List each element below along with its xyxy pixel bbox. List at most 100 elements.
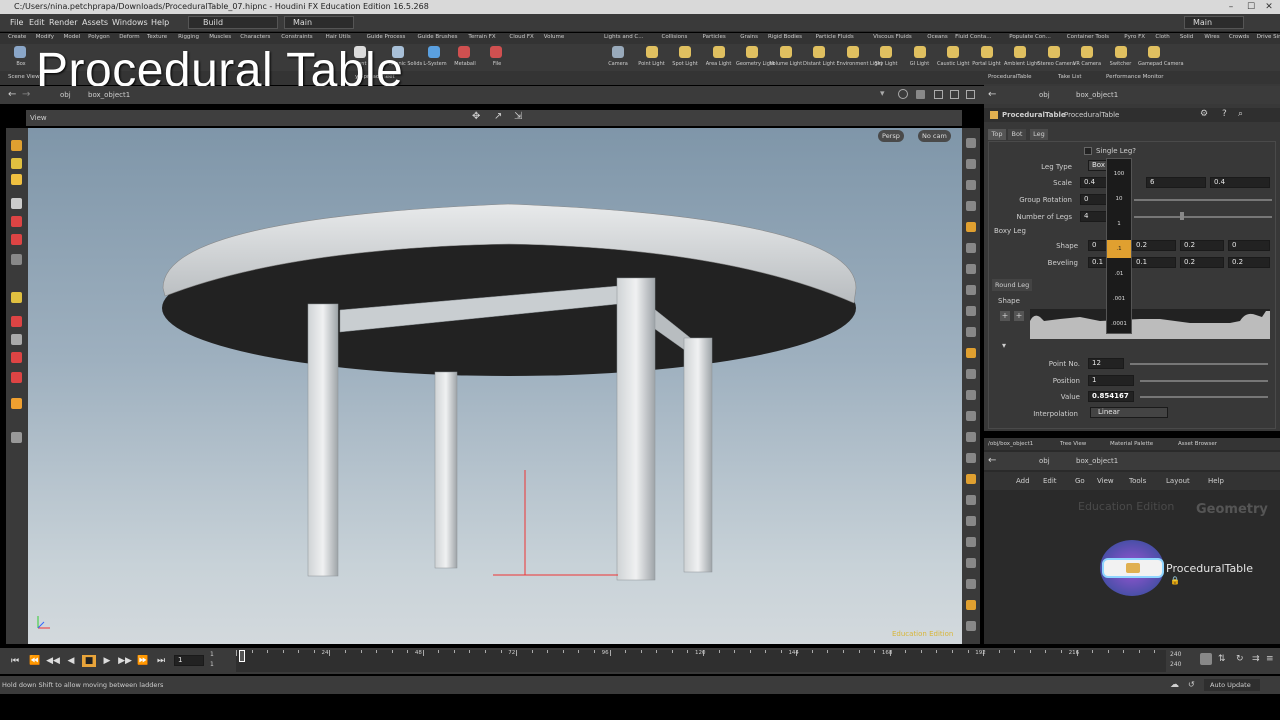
shelf-tool-icon[interactable] — [14, 46, 26, 58]
left-tool-icon[interactable] — [11, 334, 22, 345]
ladder-step[interactable]: .1 — [1107, 240, 1131, 258]
left-tool-icon[interactable] — [11, 398, 22, 409]
shelf-tab[interactable]: Fluid Conta... — [955, 34, 991, 40]
light-tool-icon[interactable] — [712, 46, 725, 58]
tab-take-list[interactable]: Take List — [1058, 74, 1082, 80]
left-tool-icon[interactable] — [11, 316, 22, 327]
play-icon[interactable]: ▶ — [100, 655, 114, 667]
ladder-step[interactable]: 1 — [1107, 215, 1131, 233]
menu-assets[interactable]: Assets — [82, 18, 108, 27]
net-menu-item[interactable]: Help — [1208, 477, 1224, 485]
single-leg-checkbox[interactable] — [1084, 147, 1092, 155]
left-tool-icon[interactable] — [11, 158, 22, 169]
left-tool-icon[interactable] — [11, 432, 22, 443]
shape-field-2[interactable]: 0.2 — [1132, 240, 1176, 251]
menu-windows[interactable]: Windows — [112, 18, 148, 27]
jump-end-icon[interactable]: ⏭ — [154, 655, 168, 667]
menu-render[interactable]: Render — [49, 18, 77, 27]
light-tool-icon[interactable] — [612, 46, 624, 58]
value-slider[interactable] — [1140, 396, 1268, 398]
shelf-tab[interactable]: Cloth — [1155, 34, 1169, 40]
shelf-tab[interactable]: Volume — [544, 34, 564, 40]
split-icon[interactable] — [934, 90, 943, 99]
minimize-icon[interactable]: – — [1224, 1, 1238, 13]
display-option-icon[interactable] — [966, 369, 976, 379]
display-option-icon[interactable] — [966, 474, 976, 484]
left-tool-icon[interactable] — [11, 372, 22, 383]
light-tool-icon[interactable] — [645, 46, 658, 58]
shelf-tab[interactable]: Cloud FX — [509, 34, 533, 40]
proceduraltable-node[interactable] — [1102, 558, 1164, 578]
playhead[interactable] — [239, 650, 245, 662]
param-gear-icon[interactable]: ⚙ — [1200, 109, 1208, 119]
layout-icon[interactable] — [950, 90, 959, 99]
beveling-field-2[interactable]: 0.1 — [1132, 257, 1176, 268]
number-of-legs-field[interactable]: 4 — [1080, 211, 1108, 222]
tab-scene-view[interactable]: Scene View — [8, 74, 40, 80]
shelf-tool-icon[interactable] — [428, 46, 440, 58]
net-menu-item[interactable]: Layout — [1166, 477, 1190, 485]
beveling-field-1[interactable]: 0.1 — [1088, 257, 1108, 268]
scene-viewport[interactable]: Persp No cam Education Edition — [28, 128, 962, 644]
position-field[interactable]: 1 — [1088, 375, 1134, 386]
number-of-legs-slider[interactable] — [1134, 216, 1272, 218]
ladder-step[interactable]: .001 — [1107, 290, 1131, 308]
step-forward-icon[interactable]: ▶▶ — [118, 655, 132, 667]
net-menu-item[interactable]: Add — [1016, 477, 1030, 485]
shelf-tab[interactable]: Texture — [147, 34, 167, 40]
left-tool-icon[interactable] — [11, 140, 22, 151]
shape-field-3[interactable]: 0.2 — [1180, 240, 1224, 251]
node-name[interactable]: ProceduralTable — [1064, 111, 1119, 119]
persp-menu[interactable]: Persp — [878, 130, 904, 142]
display-option-icon[interactable] — [966, 159, 976, 169]
light-tool-icon[interactable] — [1148, 46, 1160, 58]
network-pane[interactable]: /obj/box_object1 Tree View Material Pale… — [984, 438, 1280, 644]
display-option-icon[interactable] — [966, 243, 976, 253]
scale-y-field[interactable]: 6 — [1146, 177, 1206, 188]
loop-icon[interactable]: ↻ — [1236, 654, 1244, 664]
net-menu-item[interactable]: View — [1097, 477, 1114, 485]
shelf-tab[interactable]: Drive Simula... — [1257, 34, 1280, 40]
step-back-icon[interactable]: ◀◀ — [46, 655, 60, 667]
desktop2-select[interactable]: Main — [284, 16, 354, 29]
step-forward-key-icon[interactable]: ⏩ — [136, 655, 150, 667]
light-tool-icon[interactable] — [679, 46, 691, 58]
desktop-select[interactable]: Build — [188, 16, 278, 29]
tab-material-palette[interactable]: Material Palette — [1110, 441, 1153, 447]
dropdown-arrow-icon[interactable]: ▾ — [880, 89, 885, 99]
left-tool-icon[interactable] — [11, 198, 22, 209]
tab-leg[interactable]: Leg — [1030, 129, 1048, 140]
tab-proceduraltable[interactable]: ProceduralTable — [988, 74, 1032, 80]
pin-icon[interactable] — [898, 89, 908, 99]
shape-field-1[interactable]: 0 — [1088, 240, 1108, 251]
end-frame-2[interactable]: 240 — [1170, 661, 1181, 668]
shelf-tab[interactable]: Solid — [1180, 34, 1193, 40]
key-icon[interactable] — [1200, 653, 1212, 665]
maximize-icon[interactable]: ☐ — [1244, 1, 1258, 13]
shelf-tab[interactable]: Viscous Fluids — [873, 34, 912, 40]
tab-top[interactable]: Top — [988, 129, 1006, 140]
ladder-step[interactable]: .01 — [1107, 265, 1131, 283]
left-tool-icon[interactable] — [11, 216, 22, 227]
realtime-icon[interactable]: ⇉ — [1252, 654, 1260, 664]
light-tool-icon[interactable] — [1014, 46, 1026, 58]
shelf-tab[interactable]: Muscles — [209, 34, 231, 40]
shelf-tab[interactable]: Constraints — [281, 34, 312, 40]
shelf-tab[interactable]: Rigid Bodies — [768, 34, 802, 40]
display-option-icon[interactable] — [966, 264, 976, 274]
display-option-icon[interactable] — [966, 432, 976, 442]
ramp-add-point-icon[interactable]: + — [1014, 311, 1024, 321]
display-option-icon[interactable] — [966, 327, 976, 337]
start-frame[interactable]: 1 — [210, 651, 214, 658]
display-option-icon[interactable] — [966, 600, 976, 610]
fullscreen-icon[interactable] — [916, 90, 925, 99]
shelf-tab[interactable]: Characters — [240, 34, 270, 40]
shelf-tab[interactable]: Oceans — [927, 34, 947, 40]
param-help-icon[interactable]: ? — [1222, 109, 1227, 119]
display-option-icon[interactable] — [966, 285, 976, 295]
interpolation-select[interactable]: Linear — [1090, 407, 1168, 418]
position-slider[interactable] — [1140, 380, 1268, 382]
display-option-icon[interactable] — [966, 180, 976, 190]
param-back-icon[interactable]: ← — [988, 89, 996, 100]
shelf-tab[interactable]: Container Tools — [1067, 34, 1109, 40]
